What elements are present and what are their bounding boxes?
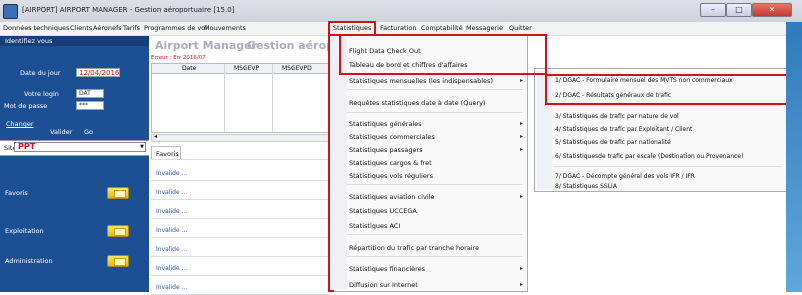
submenu-arrow-icon: ▸ [519, 193, 523, 200]
column-header-msgevp[interactable]: MSGEVP [234, 65, 259, 72]
menu-item-statistiques-passagers[interactable]: Statistiques passagers [349, 146, 423, 154]
submenu-arrow-icon: ▸ [519, 120, 523, 127]
section-administration: Administration [5, 257, 53, 265]
folder-icon [114, 258, 126, 266]
maximize-button[interactable]: □ [726, 3, 752, 17]
tab-favoris-label: Favoris [156, 150, 179, 158]
menu-item-statistiques-uccega[interactable]: Statistiques UCCEGA [349, 207, 417, 215]
submenu-item-trafic-exploitant[interactable]: 4/ Statistiques de trafic par Exploitant… [555, 126, 692, 133]
column-header-date[interactable]: Date [182, 65, 196, 72]
menu-item-repartition-trafic[interactable]: Répartition du trafic par tranche horair… [349, 244, 479, 252]
site-select[interactable]: PPT ▼ [14, 142, 146, 152]
menu-item-statistiques-financieres[interactable]: Statistiques financières [349, 265, 425, 273]
site-value: PPT [18, 142, 36, 151]
submenu-item-trafic-nationalite[interactable]: 5/ Statistiques de trafic par nationalit… [555, 139, 671, 146]
app-icon [3, 4, 18, 19]
change-password-link[interactable]: Changer [6, 120, 34, 128]
menu-clients[interactable]: Clients [70, 24, 92, 32]
administration-button[interactable] [107, 255, 129, 267]
favoris-row-link[interactable]: Invalide ... [156, 227, 187, 234]
submenu-item-sslia[interactable]: 8/ Statistiques SSLIA [555, 183, 617, 190]
date-label: Date du jour [20, 69, 61, 77]
favoris-row-link[interactable]: Invalide ... [156, 246, 187, 253]
favoris-row-link[interactable]: Invalide ... [156, 189, 187, 196]
validate-label: Valider [50, 128, 73, 136]
submenu-arrow-icon: ▸ [519, 133, 523, 140]
favoris-row-link[interactable]: Invalide ... [156, 170, 187, 177]
menu-item-statistiques-aci[interactable]: Statistiques ACI [349, 222, 400, 230]
chevron-down-icon: ▼ [140, 144, 144, 150]
tab-favoris[interactable]: Favoris [151, 146, 181, 159]
submenu-arrow-icon: ▸ [519, 77, 523, 84]
date-field[interactable]: 12/04/2016 [76, 68, 120, 77]
window-title: [AIRPORT] AIRPORT MANAGER - Gestion aéro… [22, 6, 235, 14]
menu-quitter[interactable]: Quitter [509, 24, 532, 32]
folder-icon [114, 190, 126, 198]
close-button[interactable]: ✕ [752, 3, 792, 17]
scroll-left-icon: ◂ [154, 133, 158, 140]
login-label: Votre login [24, 90, 59, 98]
left-panel: Identifiez vous Date du jour 12/04/2016 … [0, 36, 149, 292]
menu-item-statistiques-generales[interactable]: Statistiques générales [349, 120, 422, 128]
minimize-button[interactable]: – [700, 3, 726, 17]
error-message: Erreur : Err 2016/07 [151, 55, 206, 61]
password-label: Mot de passe [4, 102, 48, 110]
login-field[interactable]: DAT [76, 89, 104, 98]
submenu-item-dgac-decompte[interactable]: 7/ DGAC - Décompte général des vols IFR … [555, 173, 695, 180]
app-name: Airport Manager [155, 39, 258, 52]
favoris-button[interactable] [107, 187, 129, 199]
menu-mouvements[interactable]: Mouvements [204, 24, 246, 32]
go-button[interactable]: Go [84, 128, 93, 136]
desktop-background [786, 22, 802, 292]
menu-item-statistiques-commerciales[interactable]: Statistiques commerciales [349, 133, 435, 141]
highlight-menu-top-items [339, 34, 547, 75]
column-header-msgevpd[interactable]: MSGEVPD [282, 65, 312, 72]
title-bar: [AIRPORT] AIRPORT MANAGER - Gestion aéro… [0, 0, 802, 22]
submenu-item-trafic-escale[interactable]: 6/ Statistiquesde trafic par escale (Des… [555, 153, 743, 160]
menu-donnees-techniques[interactable]: Données techniques [3, 24, 69, 32]
favoris-row-link[interactable]: Invalide ... [156, 208, 187, 215]
section-exploitation: Exploitation [5, 227, 44, 235]
menu-programmes-de-vol[interactable]: Programmes de vol [144, 24, 207, 32]
login-panel-title: Identifiez vous [5, 37, 53, 45]
menu-facturation[interactable]: Facturation [380, 24, 416, 32]
menu-messagerie[interactable]: Messagerie [466, 24, 503, 32]
favoris-row-link[interactable]: Invalide ... [156, 265, 187, 272]
favoris-row-link[interactable]: Invalide ... [156, 284, 187, 291]
horizontal-scrollbar[interactable]: ◂ [151, 133, 329, 142]
submenu-item-trafic-nature[interactable]: 3/ Statistiques de trafic par nature de … [555, 113, 679, 120]
menu-item-statistiques-aviation-civile[interactable]: Statistiques aviation civile [349, 193, 434, 201]
menu-item-diffusion-internet[interactable]: Diffusion sur Internet [349, 281, 418, 289]
messages-table: Date MSGEVP MSGEVPD [151, 63, 329, 133]
menu-aeronefs[interactable]: Aéronefs [93, 24, 122, 32]
menu-item-statistiques-mensuelles[interactable]: Statistiques mensuelles (les indispensab… [349, 77, 493, 85]
menu-item-statistiques-vols-reguliers[interactable]: Statistiques vols réguliers [349, 172, 433, 180]
submenu-arrow-icon: ▸ [519, 146, 523, 153]
menu-comptabilite[interactable]: Comptabilité [421, 24, 463, 32]
folder-icon [114, 228, 126, 236]
section-favoris: Favoris [5, 189, 28, 197]
menu-item-requetes-statistiques[interactable]: Requêtes statistiques date à date (Query… [349, 99, 486, 107]
submenu-arrow-icon: ▸ [519, 281, 523, 288]
menu-item-statistiques-cargos-fret[interactable]: Statistiques cargos & fret [349, 159, 432, 167]
password-field[interactable]: *** [76, 101, 104, 110]
submenu-arrow-icon: ▸ [519, 265, 523, 272]
highlight-menu-left-edge [328, 35, 334, 292]
menu-tarifs[interactable]: Tarifs [123, 24, 140, 32]
highlight-submenu-dgac [545, 74, 802, 105]
exploitation-button[interactable] [107, 225, 129, 237]
window-controls: – □ ✕ [700, 3, 792, 17]
